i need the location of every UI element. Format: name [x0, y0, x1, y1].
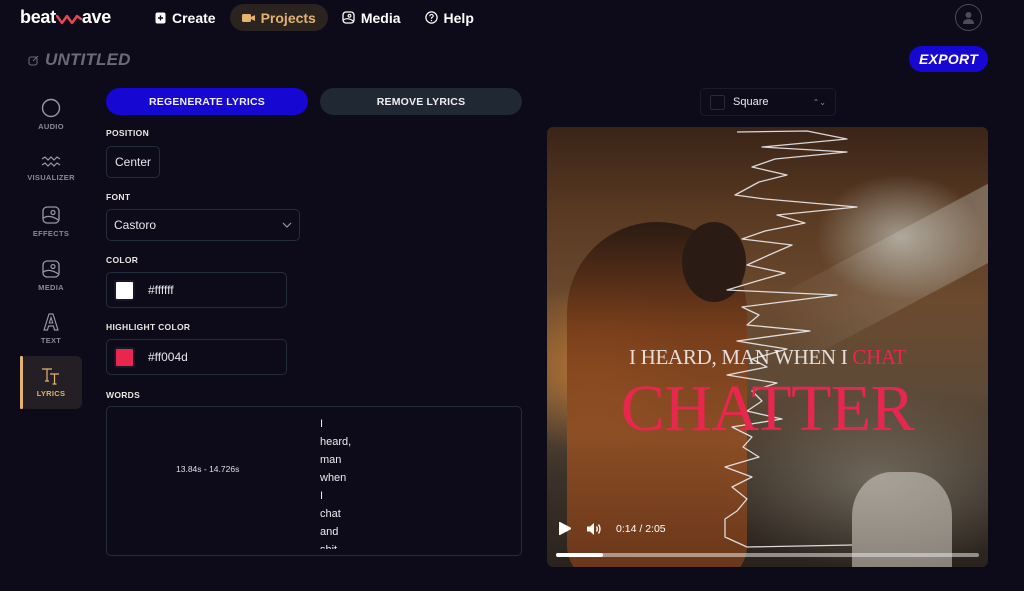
words-list[interactable]: I heard, man when I chat and shit	[320, 415, 351, 549]
word-item[interactable]: and	[320, 523, 351, 541]
lyric-line-text: I HEARD, MAN WHEN I	[628, 345, 853, 369]
top-bar: beat ave Create Projects Media Help	[0, 0, 1024, 36]
word-item[interactable]: heard,	[320, 433, 351, 451]
wave-logo-icon	[55, 14, 82, 24]
color-label: COLOR	[106, 255, 139, 265]
sidebar-label: VISUALIZER	[27, 172, 75, 182]
image-icon	[342, 11, 355, 24]
logo[interactable]: beat ave	[20, 7, 111, 28]
sidebar-item-audio[interactable]: AUDIO	[20, 88, 82, 142]
nav-projects-label: Projects	[260, 9, 316, 26]
highlight-color-swatch[interactable]	[114, 346, 135, 368]
word-item[interactable]: man	[320, 451, 351, 469]
highlight-color-value: #ff004d	[148, 350, 188, 364]
sidebar-label: EFFECTS	[32, 229, 70, 239]
project-title-row: UNTITLED	[28, 50, 131, 70]
edit-icon[interactable]	[28, 55, 39, 66]
position-select[interactable]: Center	[106, 146, 160, 178]
aspect-ratio-select[interactable]: Square ⌃⌄	[700, 88, 836, 116]
circle-icon	[41, 99, 61, 118]
sidebar-label: MEDIA	[38, 282, 64, 292]
lyric-line-highlight: CHAT	[852, 345, 907, 369]
words-label: WORDS	[106, 390, 141, 400]
word-item[interactable]: when	[320, 469, 351, 487]
progress-fill	[556, 553, 604, 557]
logo-text-left: beat	[20, 7, 56, 27]
nav-media-label: Media	[360, 9, 401, 26]
word-timestamp: 13.84s - 14.726s	[176, 464, 240, 474]
question-circle-icon	[424, 11, 438, 24]
font-select[interactable]: Castoro	[106, 209, 300, 241]
nav-create-label: Create	[172, 9, 216, 26]
sidebar-label: AUDIO	[38, 122, 64, 132]
logo-text-right: ave	[81, 7, 111, 27]
time-display: 0:14 / 2:05	[616, 522, 666, 535]
word-item[interactable]: I	[320, 487, 351, 505]
lyric-current-word: CHATTER	[620, 372, 915, 445]
word-item[interactable]: I	[320, 415, 351, 433]
video-camera-icon	[241, 13, 255, 22]
sidebar-item-visualizer[interactable]: VISUALIZER	[20, 142, 82, 196]
play-icon[interactable]	[557, 521, 572, 536]
letter-a-icon	[43, 313, 59, 331]
project-title[interactable]: UNTITLED	[45, 50, 131, 70]
nav-media[interactable]: Media	[332, 4, 411, 31]
main-nav: Create Projects Media Help	[145, 4, 484, 31]
words-editor[interactable]: 13.84s - 14.726s I heard, man when I cha…	[106, 406, 522, 556]
sidebar-item-text[interactable]: TEXT	[20, 302, 82, 356]
position-label: POSITION	[106, 128, 150, 138]
font-value: Castoro	[114, 218, 157, 232]
nav-help[interactable]: Help	[415, 4, 484, 31]
sidebar-label: TEXT	[40, 336, 62, 346]
plus-file-icon	[155, 12, 166, 23]
sidebar-label: LYRICS	[36, 388, 66, 398]
wave-icon	[41, 155, 61, 167]
regenerate-lyrics-button[interactable]: REGENERATE LYRICS	[106, 88, 308, 115]
progress-bar[interactable]	[556, 553, 979, 557]
editor-sidebar: AUDIO VISUALIZER EFFECTS MEDIA TEXT LYRI…	[20, 88, 82, 409]
image-icon	[42, 260, 60, 278]
highlight-color-label: HIGHLIGHT COLOR	[106, 322, 191, 332]
position-value: Center	[114, 155, 152, 169]
nav-help-label: Help	[443, 9, 474, 26]
sidebar-item-lyrics[interactable]: LYRICS	[20, 355, 82, 409]
word-item[interactable]: chat	[320, 505, 351, 523]
text-size-icon	[42, 368, 59, 385]
volume-icon[interactable]	[586, 522, 602, 536]
sidebar-item-media[interactable]: MEDIA	[20, 249, 82, 303]
user-icon	[963, 12, 974, 24]
image-icon	[42, 206, 60, 224]
chevron-down-icon	[282, 222, 292, 228]
word-item[interactable]: shit	[320, 541, 351, 549]
sidebar-item-effects[interactable]: EFFECTS	[20, 195, 82, 249]
nav-create[interactable]: Create	[145, 4, 226, 31]
color-swatch[interactable]	[114, 279, 135, 301]
export-button[interactable]: EXPORT	[909, 46, 988, 72]
video-preview[interactable]: I HEARD, MAN WHEN I CHAT CHATTER 0:14 / …	[547, 127, 988, 567]
remove-lyrics-button[interactable]: REMOVE LYRICS	[320, 88, 522, 115]
font-label: FONT	[106, 192, 131, 202]
user-avatar[interactable]	[955, 4, 982, 31]
square-icon	[710, 94, 725, 110]
aspect-ratio-value: Square	[733, 96, 769, 108]
select-arrows-icon: ⌃⌄	[812, 97, 826, 107]
lyric-current-line: I HEARD, MAN WHEN I CHAT	[547, 345, 988, 370]
nav-projects[interactable]: Projects	[229, 4, 328, 31]
highlight-color-picker[interactable]: #ff004d	[106, 339, 287, 375]
color-picker[interactable]: #ffffff	[106, 272, 287, 308]
color-value: #ffffff	[148, 283, 174, 297]
player-controls: 0:14 / 2:05	[557, 521, 666, 536]
